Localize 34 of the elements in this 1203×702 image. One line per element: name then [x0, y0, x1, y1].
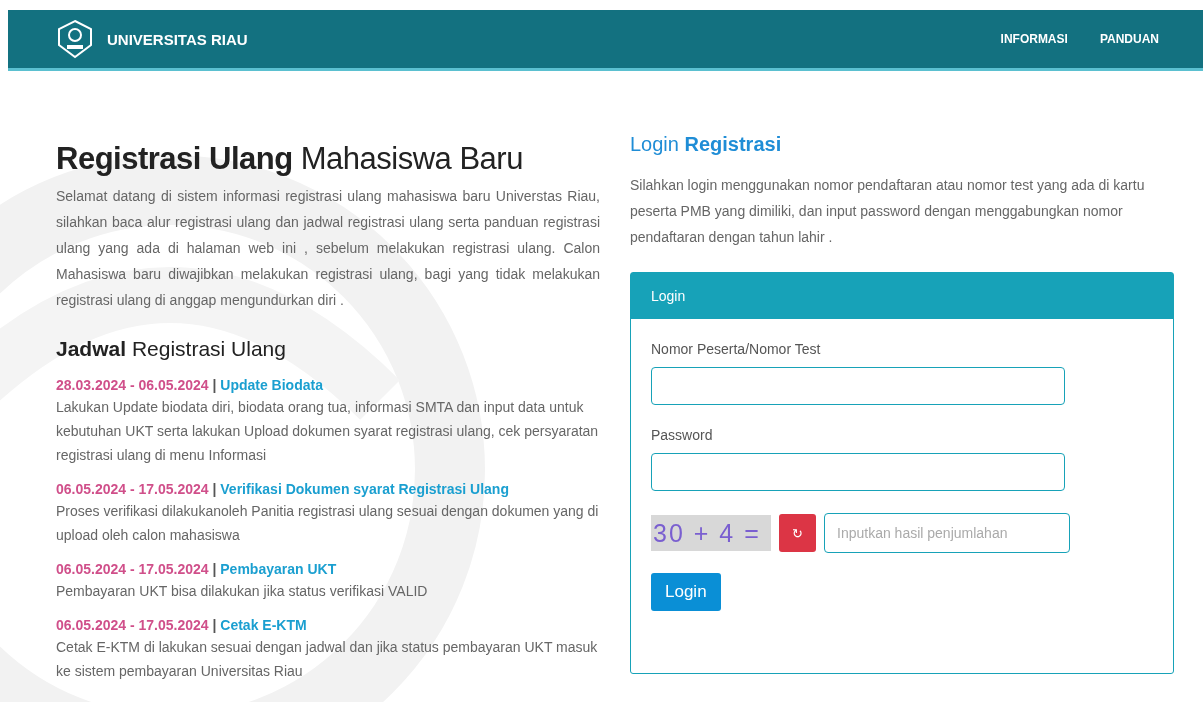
schedule-description: Cetak E-KTM di lakukan sesuai dengan jadwal dan jika status pembayaran UKT masuk ke sistem pembayaran Universitas Riau	[56, 638, 599, 681]
login-heading: Login Registrasi	[630, 133, 783, 156]
schedule-dates: 06.05.2024 - 17.05.2024	[56, 617, 209, 633]
nav-link[interactable]: PANDUAN	[1099, 32, 1159, 46]
login-instructions: Silahkan login menggunakan nomor pendaftaran atau nomor test yang ada di kartu peserta PMB yang dimiliki, dan input password dengan menggabungkan nomor pendaftaran dengan tahun lahir .	[630, 176, 1146, 247]
separator: |	[212, 561, 217, 577]
input-field[interactable]	[651, 453, 1065, 491]
field-label: Password	[651, 427, 714, 443]
schedule-description: Pembayaran UKT bisa dilakukan jika status verifikasi VALID	[56, 582, 429, 601]
input-field[interactable]	[651, 367, 1065, 405]
schedule-title: Cetak E-KTM	[220, 617, 307, 633]
schedule-description: Proses verifikasi dilakukanoleh Panitia registrasi ulang sesuai dengan dokumen yang di upload oleh calon mahasiswa	[56, 502, 600, 545]
intro-text: Selamat datang di sistem informasi registrasi ulang mahasiswa baru Universtas Riau, silahkan baca alur registrasi ulang dan jadwal registrasi ulang serta panduan registrasi ulang yang ada di halaman web ini , sebelum melakukan registrasi ulang. Calon Mahasiswa baru diwajibkan melakukan registrasi ulang, bagi yang tidak melakukan registrasi ulang di anggap mengundurkan diri .	[56, 187, 600, 310]
page-heading: Registrasi Ulang Mahasiswa Baru	[56, 141, 524, 177]
schedule-title: Verifikasi Dokumen syarat Registrasi Ulang	[220, 481, 509, 497]
login-button[interactable]: Login	[651, 573, 721, 611]
captcha-image: 30 + 4 =	[651, 515, 771, 551]
captcha-field[interactable]: Inputkan hasil penjumlahan	[824, 513, 1070, 553]
separator: |	[212, 617, 217, 633]
separator: |	[212, 377, 217, 393]
university-logo-icon	[55, 19, 95, 59]
site-title: UNIVERSITAS RIAU	[107, 30, 248, 48]
schedule-dates: 28.03.2024 - 06.05.2024	[56, 377, 209, 393]
separator: |	[212, 481, 217, 497]
refresh-button[interactable]: ↻	[779, 514, 816, 552]
schedule-dates: 06.05.2024 - 17.05.2024	[56, 481, 209, 497]
schedule-title: Update Biodata	[220, 377, 323, 393]
nav-link[interactable]: INFORMASI	[1000, 32, 1068, 46]
field-label: Nomor Peserta/Nomor Test	[651, 341, 822, 357]
schedule-title: Pembayaran UKT	[220, 561, 337, 577]
schedule-dates: 06.05.2024 - 17.05.2024	[56, 561, 209, 577]
schedule-heading: Jadwal Registrasi Ulang	[56, 337, 287, 361]
card-header: Login	[631, 273, 1173, 319]
schedule-description: Lakukan Update biodata diri, biodata orang tua, informasi SMTA dan input data untuk kebutuhan UKT serta lakukan Upload dokumen syarat registrasi ulang, cek persyaratan registrasi ulang di menu Informasi	[56, 398, 600, 465]
